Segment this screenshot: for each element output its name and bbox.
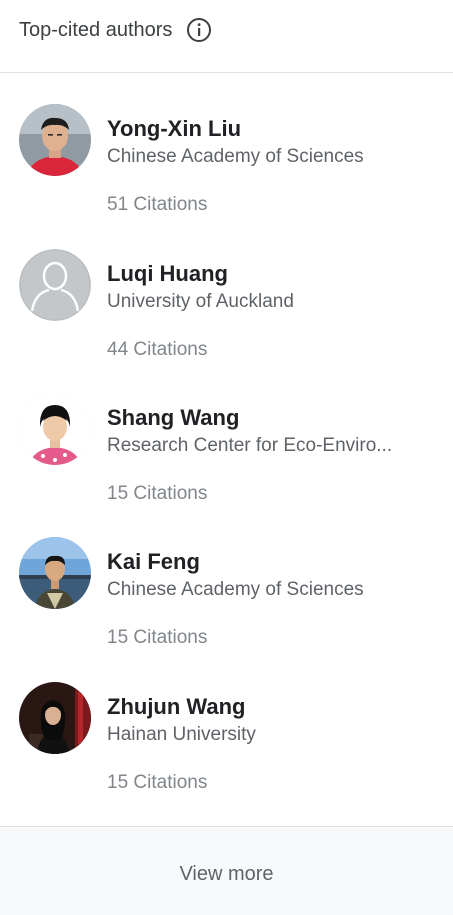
author-name[interactable]: Kai Feng — [107, 548, 200, 576]
default-avatar-icon — [19, 249, 91, 321]
top-cited-authors-panel: Top-cited authors Yong-Xin Liu Chinese A… — [0, 0, 453, 915]
author-item[interactable]: Luqi Huang University of Auckland 44 Cit… — [0, 249, 453, 393]
author-name[interactable]: Yong-Xin Liu — [107, 115, 241, 143]
avatar — [19, 104, 91, 176]
author-affiliation: Research Center for Eco-Enviro... — [107, 435, 393, 456]
author-item[interactable]: Shang Wang Research Center for Eco-Envir… — [0, 393, 453, 537]
avatar — [19, 537, 91, 609]
view-more-button[interactable]: View more — [0, 827, 453, 915]
author-item[interactable]: Kai Feng Chinese Academy of Sciences 15 … — [0, 537, 453, 681]
author-affiliation: University of Auckland — [107, 291, 294, 312]
author-name[interactable]: Luqi Huang — [107, 260, 228, 288]
author-affiliation: Hainan University — [107, 724, 256, 745]
author-affiliation: Chinese Academy of Sciences — [107, 579, 364, 600]
author-item[interactable]: Zhujun Wang Hainan University 15 Citatio… — [0, 682, 453, 826]
author-citations: 15 Citations — [107, 772, 208, 793]
author-citations: 15 Citations — [107, 483, 208, 504]
author-affiliation: Chinese Academy of Sciences — [107, 146, 364, 167]
author-name[interactable]: Shang Wang — [107, 404, 239, 432]
author-citations: 51 Citations — [107, 194, 208, 215]
author-item[interactable]: Yong-Xin Liu Chinese Academy of Sciences… — [0, 104, 453, 248]
avatar — [19, 393, 91, 465]
avatar — [19, 682, 91, 754]
author-name[interactable]: Zhujun Wang — [107, 693, 245, 721]
author-citations: 44 Citations — [107, 339, 208, 360]
panel-footer: View more — [0, 826, 453, 915]
author-citations: 15 Citations — [107, 627, 208, 648]
panel-header: Top-cited authors — [0, 0, 453, 73]
info-icon[interactable] — [186, 17, 212, 43]
panel-title: Top-cited authors — [19, 19, 173, 41]
